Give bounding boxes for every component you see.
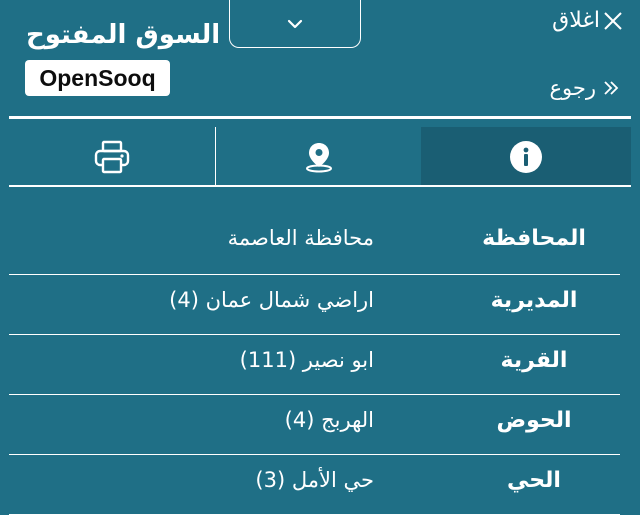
row-label: الحي (507, 468, 561, 493)
row-value: حي الأمل (3) (255, 468, 374, 492)
row-value: محافظة العاصمة (227, 226, 374, 250)
table-row: الحي حي الأمل (3) (9, 455, 620, 515)
table-row: المحافظة محافظة العاصمة (9, 213, 620, 275)
dropdown-toggle-button[interactable] (229, 0, 361, 48)
double-chevron-right-icon (604, 81, 619, 95)
row-label: المحافظة (482, 226, 586, 251)
close-label: اغلاق (552, 8, 600, 33)
table-row: القرية ابو نصير (111) (9, 335, 620, 395)
table-row: الحوض الهربج (4) (9, 395, 620, 455)
close-button[interactable]: اغلاق (552, 8, 624, 33)
printer-icon (94, 140, 130, 174)
table-row: المديرية اراضي شمال عمان (4) (9, 275, 620, 335)
row-value: الهربج (4) (284, 408, 374, 432)
row-label: المديرية (490, 288, 578, 313)
location-pin-icon (305, 143, 332, 173)
tab-bar (9, 127, 631, 187)
tab-print[interactable] (9, 127, 215, 187)
row-label: الحوض (496, 408, 572, 433)
chevron-down-icon (287, 19, 303, 28)
tabs-underline (9, 185, 631, 187)
logo-arabic: السوق المفتوح (26, 20, 221, 50)
details-table: المحافظة محافظة العاصمة المديرية اراضي ش… (9, 213, 620, 515)
row-value: اراضي شمال عمان (4) (169, 288, 374, 312)
back-label: رجوع (549, 76, 596, 100)
info-icon (510, 141, 542, 173)
tab-info[interactable] (421, 127, 631, 187)
header-divider (9, 116, 631, 119)
row-value: ابو نصير (111) (239, 348, 374, 372)
tab-location[interactable] (215, 127, 421, 187)
close-icon (604, 11, 622, 30)
row-label: القرية (500, 348, 568, 373)
back-button[interactable]: رجوع (549, 76, 620, 100)
logo-english: OpenSooq (25, 60, 170, 96)
